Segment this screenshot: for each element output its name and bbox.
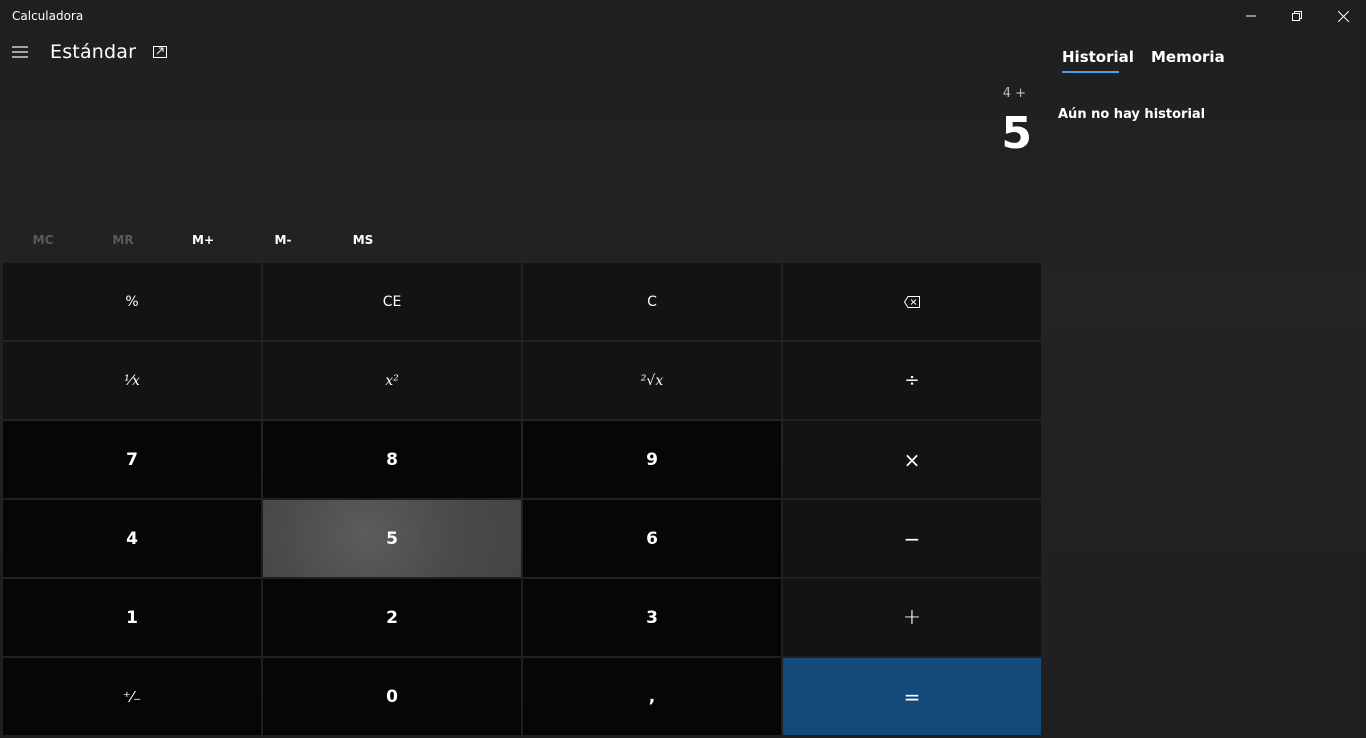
- percent-label: %: [125, 293, 139, 310]
- calculator-window: Calculadora Estándar 4 + 5 MC MR M+ M- M…: [0, 0, 1366, 738]
- percent-button[interactable]: %: [3, 263, 261, 340]
- memory-clear-button[interactable]: MC: [3, 226, 83, 254]
- clear-entry-button[interactable]: CE: [263, 263, 521, 340]
- tab-history[interactable]: Historial: [1062, 48, 1134, 66]
- digit-4-label: 4: [126, 528, 138, 549]
- backspace-button[interactable]: [783, 263, 1041, 340]
- digit-5-label: 5: [386, 528, 398, 549]
- multiply-button[interactable]: ×: [783, 421, 1041, 498]
- close-icon: [1337, 10, 1349, 22]
- square-button[interactable]: x²: [263, 342, 521, 419]
- clear-button[interactable]: C: [523, 263, 781, 340]
- digit-6-button[interactable]: 6: [523, 500, 781, 577]
- digit-5-button[interactable]: 5: [263, 500, 521, 577]
- reciprocal-label: ¹⁄x: [124, 372, 140, 389]
- subtract-label: −: [903, 526, 921, 551]
- negate-label: ⁺⁄₋: [122, 687, 142, 706]
- result-display: 5: [1001, 108, 1032, 159]
- square-root-button[interactable]: ²√x: [523, 342, 781, 419]
- restore-icon: [1292, 11, 1302, 21]
- divide-button[interactable]: ÷: [783, 342, 1041, 419]
- keypad: % CE C ¹⁄x x² ²√x ÷ 7 8 9 × 4 5 6 − 1 2 …: [3, 263, 1043, 735]
- digit-4-button[interactable]: 4: [3, 500, 261, 577]
- add-button[interactable]: +: [783, 579, 1041, 656]
- keep-on-top-icon: [153, 46, 167, 58]
- digit-1-label: 1: [126, 607, 138, 628]
- digit-9-label: 9: [646, 449, 658, 470]
- backspace-icon: [904, 295, 920, 308]
- memory-subtract-button[interactable]: M-: [243, 226, 323, 254]
- digit-3-button[interactable]: 3: [523, 579, 781, 656]
- decimal-button[interactable]: ,: [523, 658, 781, 735]
- memory-recall-button[interactable]: MR: [83, 226, 163, 254]
- minimize-icon: [1246, 15, 1256, 17]
- digit-2-button[interactable]: 2: [263, 579, 521, 656]
- title-bar: Calculadora: [0, 0, 1366, 32]
- multiply-label: ×: [903, 447, 921, 472]
- clear-label: C: [647, 293, 657, 310]
- equals-label: =: [903, 684, 921, 709]
- equals-button[interactable]: =: [783, 658, 1041, 735]
- clear-entry-label: CE: [382, 293, 402, 310]
- close-button[interactable]: [1320, 0, 1366, 32]
- square-label: x²: [385, 372, 399, 389]
- active-tab-indicator: [1062, 71, 1119, 73]
- tab-memory[interactable]: Memoria: [1151, 48, 1225, 66]
- hamburger-icon: [12, 46, 28, 58]
- app-title: Calculadora: [12, 9, 84, 23]
- keep-on-top-button[interactable]: [148, 40, 172, 64]
- square-root-label: ²√x: [640, 372, 664, 389]
- add-label: +: [902, 605, 922, 630]
- memory-row: MC MR M+ M- MS: [3, 226, 403, 254]
- digit-3-label: 3: [646, 607, 658, 628]
- negate-button[interactable]: ⁺⁄₋: [3, 658, 261, 735]
- memory-store-button[interactable]: MS: [323, 226, 403, 254]
- memory-add-button[interactable]: M+: [163, 226, 243, 254]
- divide-label: ÷: [904, 370, 920, 391]
- digit-8-button[interactable]: 8: [263, 421, 521, 498]
- minimize-button[interactable]: [1228, 0, 1274, 32]
- decimal-label: ,: [648, 686, 656, 707]
- mode-title: Estándar: [50, 41, 137, 63]
- reciprocal-button[interactable]: ¹⁄x: [3, 342, 261, 419]
- navigation-menu-button[interactable]: [6, 38, 34, 66]
- digit-2-label: 2: [386, 607, 398, 628]
- subtract-button[interactable]: −: [783, 500, 1041, 577]
- digit-8-label: 8: [386, 449, 398, 470]
- digit-0-button[interactable]: 0: [263, 658, 521, 735]
- digit-1-button[interactable]: 1: [3, 579, 261, 656]
- history-empty-message: Aún no hay historial: [1058, 107, 1206, 122]
- digit-9-button[interactable]: 9: [523, 421, 781, 498]
- digit-7-button[interactable]: 7: [3, 421, 261, 498]
- digit-7-label: 7: [126, 449, 138, 470]
- digit-6-label: 6: [646, 528, 658, 549]
- expression-display: 4 +: [1002, 86, 1026, 101]
- restore-button[interactable]: [1274, 0, 1320, 32]
- digit-0-label: 0: [386, 686, 398, 707]
